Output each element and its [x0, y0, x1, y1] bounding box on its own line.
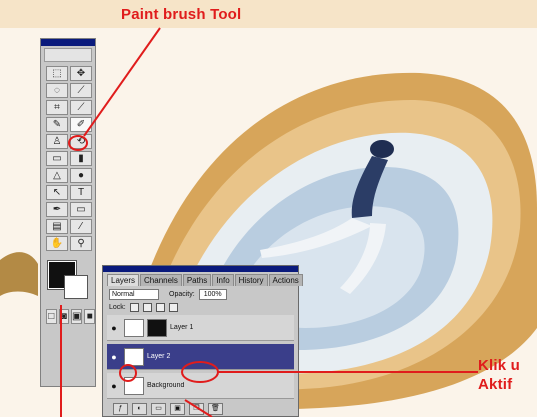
eraser-icon[interactable]: ▭ — [46, 151, 68, 166]
full-screen-icon[interactable]: ■ — [84, 309, 95, 324]
eye-icon[interactable]: ● — [107, 379, 121, 393]
right-caption-line-1: Klik u — [478, 357, 521, 374]
clone-stamp-icon[interactable]: ♙ — [46, 134, 68, 149]
shape-icon[interactable]: ▭ — [70, 202, 92, 217]
slice-icon[interactable]: ⟋ — [70, 100, 92, 115]
lock-position-checkbox[interactable] — [155, 303, 165, 312]
new-set-button[interactable]: ▣ — [170, 403, 185, 415]
toolbox-palette: ⬚ ✥ ◌ ⟋ ⌗ ⟋ ✎ ✐ ♙ ⟲ ▭ ▮ △ ● ↖ T ✒ ▭ ▤ ⁄ ✋ ⚲ □ ◙ ▣ ■ — [40, 38, 96, 387]
background-color-swatch[interactable] — [64, 275, 88, 299]
lasso-icon[interactable]: ◌ — [46, 83, 68, 98]
new-adjustment-button[interactable]: ◐ — [132, 403, 147, 415]
paint-brush-caption: Paint brush Tool — [121, 6, 242, 23]
right-caption-line-2: Aktif — [478, 376, 513, 393]
lock-image-checkbox[interactable] — [142, 303, 152, 312]
tab-actions[interactable]: Actions — [268, 274, 303, 286]
palette-bottom-bar: ƒ ◐ ▭ ▣ ❐ 🗑 — [103, 399, 298, 415]
move-icon[interactable]: ✥ — [70, 66, 92, 81]
tab-history[interactable]: History — [234, 274, 268, 286]
layer-name: Background — [147, 382, 185, 389]
tab-layers[interactable]: Layers — [107, 274, 140, 286]
layer-row[interactable]: ● Layer 2 — [107, 344, 294, 370]
layer-thumbnail[interactable] — [124, 376, 144, 395]
tab-paths[interactable]: Paths — [182, 274, 212, 286]
opacity-field[interactable]: 100% — [198, 289, 227, 300]
new-layer-button[interactable]: ❐ — [189, 403, 204, 415]
layer-style-button[interactable]: ƒ — [113, 403, 128, 415]
gradient-icon[interactable]: ▮ — [70, 151, 92, 166]
mode-buttons: □ ◙ ▣ ■ — [46, 309, 95, 324]
path-select-icon[interactable]: ↖ — [46, 185, 68, 200]
palette-tabs: Layers Channels Paths Info History Actions — [103, 272, 303, 286]
paint-brush-icon[interactable]: ✐ — [70, 117, 92, 132]
dodge-icon[interactable]: ● — [70, 168, 92, 183]
right-caption: Klik u Aktif — [478, 356, 520, 394]
toolbox-titlebar[interactable] — [41, 39, 95, 46]
blur-icon[interactable]: △ — [46, 168, 68, 183]
zoom-icon[interactable]: ⚲ — [70, 236, 92, 251]
layer-list: ● Layer 1 ● Layer 2 ● Background — [103, 315, 298, 399]
add-mask-button[interactable]: ▭ — [151, 403, 166, 415]
delete-layer-button[interactable]: 🗑 — [208, 403, 223, 415]
standard-mode-icon[interactable]: □ — [46, 309, 57, 324]
tool-grid: ⬚ ✥ ◌ ⟋ ⌗ ⟋ ✎ ✐ ♙ ⟲ ▭ ▮ △ ● ↖ T ✒ ▭ ▤ ⁄ ✋ ⚲ — [46, 66, 92, 251]
layer-thumbnail[interactable] — [124, 347, 144, 366]
blend-row: Normal Opacity: 100% — [103, 286, 298, 300]
lock-transparency-checkbox[interactable] — [129, 303, 139, 312]
opacity-label: Opacity: — [169, 291, 195, 298]
eye-icon[interactable]: ● — [107, 321, 121, 335]
tab-channels[interactable]: Channels — [140, 274, 182, 286]
marquee-icon[interactable]: ⬚ — [46, 66, 68, 81]
layer-row[interactable]: ● Layer 1 — [107, 315, 294, 341]
pen-icon[interactable]: ✒ — [46, 202, 68, 217]
layer-name: Layer 2 — [147, 353, 171, 360]
quick-mask-icon[interactable]: ◙ — [58, 309, 70, 324]
app-logo-button[interactable] — [44, 48, 92, 62]
magic-wand-icon[interactable]: ⟋ — [70, 83, 92, 98]
layer-mask-thumbnail[interactable] — [147, 318, 167, 337]
notes-icon[interactable]: ▤ — [46, 219, 68, 234]
layer-thumbnail[interactable] — [124, 318, 144, 337]
layer-row[interactable]: ● Background — [107, 373, 294, 399]
type-icon[interactable]: T — [70, 185, 92, 200]
crop-icon[interactable]: ⌗ — [46, 100, 68, 115]
history-brush-icon[interactable]: ⟲ — [70, 134, 92, 149]
lock-row: Lock: — [103, 300, 298, 312]
layers-palette: Layers Channels Paths Info History Actions No… — [102, 265, 303, 417]
color-swatches — [45, 259, 95, 303]
layer-name: Layer 1 — [170, 324, 194, 331]
eyedropper-icon[interactable]: ⁄ — [70, 219, 92, 234]
eye-icon[interactable]: ● — [107, 350, 121, 364]
screen-mode-icon[interactable]: ▣ — [71, 309, 83, 324]
hand-icon[interactable]: ✋ — [46, 236, 68, 251]
lock-label: Lock: — [109, 304, 126, 311]
healing-icon[interactable]: ✎ — [46, 117, 68, 132]
tab-info[interactable]: Info — [212, 274, 234, 286]
blend-mode-select[interactable]: Normal — [109, 289, 159, 300]
lock-all-checkbox[interactable] — [168, 303, 178, 312]
